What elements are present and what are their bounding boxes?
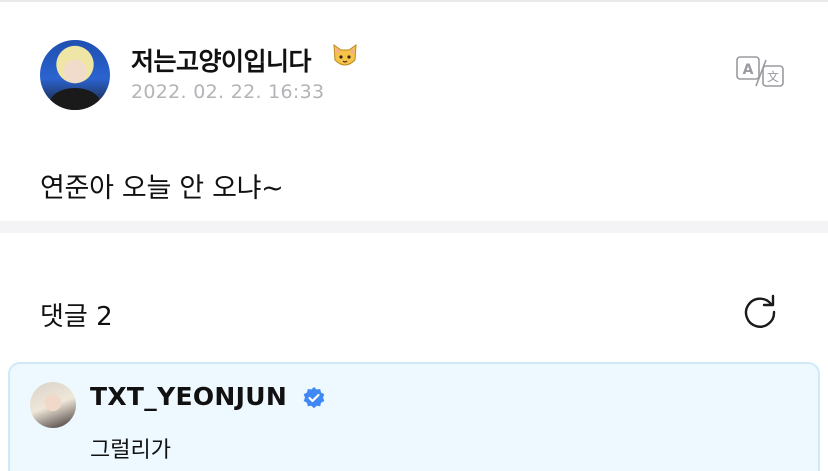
refresh-icon[interactable] bbox=[740, 293, 780, 329]
top-divider bbox=[0, 0, 828, 2]
post-header: 저는고양이입니다 2022. 02. 22. 16:33 bbox=[40, 40, 800, 112]
post-date: 2022. 02. 22. 16:33 bbox=[131, 81, 325, 103]
section-divider bbox=[0, 221, 828, 233]
comments-title: 댓글 2 bbox=[40, 302, 113, 332]
author-avatar[interactable] bbox=[40, 40, 110, 110]
author-name[interactable]: 저는고양이입니다 bbox=[131, 42, 312, 78]
post-body: 연준아 오늘 안 오냐~ bbox=[40, 173, 284, 204]
translate-icon[interactable]: A 文 bbox=[736, 56, 784, 88]
svg-text:文: 文 bbox=[767, 69, 779, 84]
comment-item[interactable]: TXT_YEONJUN 그럴리가 bbox=[8, 362, 820, 471]
svg-text:A: A bbox=[743, 62, 754, 78]
comment-author-avatar[interactable] bbox=[30, 382, 76, 428]
verified-badge-icon bbox=[303, 387, 325, 409]
cat-face-icon bbox=[333, 43, 357, 66]
comment-text: 그럴리가 bbox=[90, 438, 171, 463]
comment-author-name[interactable]: TXT_YEONJUN bbox=[90, 382, 287, 411]
